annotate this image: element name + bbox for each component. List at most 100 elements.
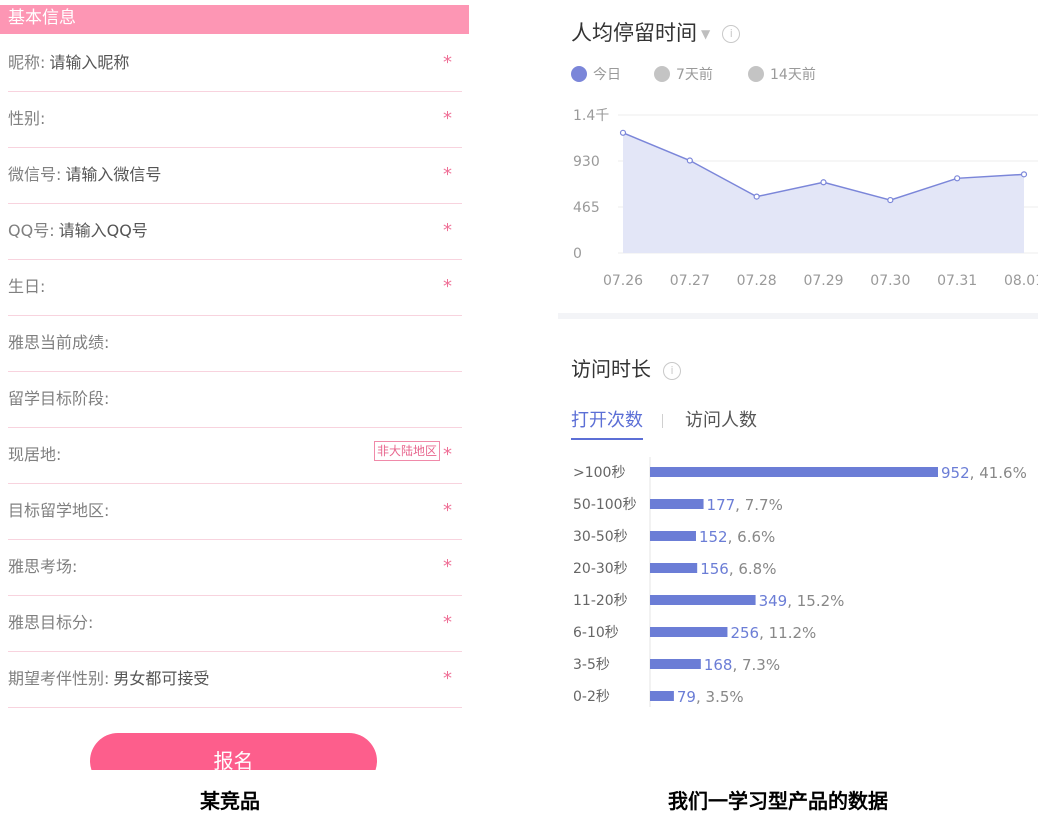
data-point	[887, 196, 894, 204]
bar	[650, 467, 938, 477]
x-tick-label: 07.27	[670, 273, 710, 289]
category-label: 30-50秒	[573, 529, 628, 545]
y-tick-label: 1.4千	[573, 108, 609, 124]
field-label: 留学目标阶段:	[8, 389, 110, 408]
required-asterisk: *	[443, 276, 452, 297]
required-asterisk: *	[443, 556, 452, 577]
bar-percent: 11.2%	[769, 624, 817, 642]
field-label: 生日:	[8, 277, 46, 296]
analytics-panel: 人均停留时间 ▼ i 今日 7天前 14天前 1.4千 930 465 0 07.26 07.…	[558, 0, 1038, 770]
required-asterisk: *	[443, 52, 452, 73]
field-placeholder: 请输入微信号	[65, 165, 162, 184]
tab-open-count[interactable]: 打开次数	[571, 406, 643, 440]
signup-button[interactable]: 报名	[90, 733, 377, 770]
bar	[650, 499, 704, 509]
bar-value-label: 177, 7.7%	[707, 496, 783, 514]
section-divider	[558, 313, 1038, 319]
right-caption: 我们一学习型产品的数据	[668, 789, 888, 813]
tab-visitor-count[interactable]: 访问人数	[685, 406, 757, 432]
visit-duration-title: 访问时长	[571, 357, 651, 381]
category-label: 0-2秒	[573, 689, 610, 705]
category-label: >100秒	[573, 465, 625, 481]
info-icon[interactable]: i	[722, 25, 741, 43]
x-tick-label: 07.29	[803, 273, 843, 289]
bar	[650, 531, 696, 541]
category-label: 50-100秒	[573, 497, 637, 513]
category-label: 11-20秒	[573, 593, 628, 609]
data-point	[619, 129, 627, 136]
bar-separator: ,	[728, 528, 738, 546]
bar-percent: 6.6%	[737, 528, 775, 546]
signup-button-label: 报名	[213, 749, 254, 770]
required-asterisk: *	[443, 668, 452, 689]
bar-value: 156	[700, 560, 729, 578]
bar-value: 256	[730, 624, 759, 642]
field-label: 微信号:	[8, 165, 62, 184]
bar	[650, 563, 698, 573]
category-label: 20-30秒	[573, 561, 628, 577]
wechat-field[interactable]: 微信号: 请输入微信号 *	[8, 147, 462, 204]
birthday-field[interactable]: 生日: *	[8, 259, 462, 316]
ielts-current-score-field[interactable]: 雅思当前成绩:	[8, 315, 462, 372]
bar-value-label: 256, 11.2%	[730, 624, 816, 642]
x-tick-label: 07.26	[603, 273, 643, 289]
non-mainland-toggle[interactable]: 非大陆地区	[373, 441, 440, 461]
section-title: 基本信息	[8, 8, 76, 28]
bar-separator: ,	[732, 656, 742, 674]
tab-separator	[662, 414, 663, 428]
residence-field[interactable]: 现居地: 非大陆地区 *	[8, 427, 462, 484]
area-fill	[623, 132, 1024, 253]
qq-field[interactable]: QQ号: 请输入QQ号 *	[8, 203, 462, 260]
bar-value-label: 349, 15.2%	[759, 592, 845, 610]
field-placeholder: 请输入QQ号	[58, 221, 148, 240]
bar-separator: ,	[729, 560, 739, 578]
legend-today[interactable]: 今日	[571, 64, 621, 84]
legend-dot-icon	[748, 66, 764, 82]
bar-value: 152	[699, 528, 728, 546]
legend-14days[interactable]: 14天前	[748, 64, 816, 84]
required-asterisk: *	[443, 612, 452, 633]
visit-duration-header: 访问时长 i	[571, 353, 681, 382]
visit-duration-chart: >100秒 952, 41.6% 50-100秒 177, 7.7% 30-50秒 152…	[573, 457, 1027, 707]
test-center-field[interactable]: 雅思考场: *	[8, 539, 462, 596]
bar-percent: 41.6%	[979, 464, 1027, 482]
category-label: 3-5秒	[573, 657, 610, 673]
y-tick-label: 930	[573, 154, 600, 170]
bar-value-label: 156, 6.8%	[700, 560, 776, 578]
legend-dot-icon	[654, 66, 670, 82]
bar-value: 349	[759, 592, 788, 610]
partner-gender-field[interactable]: 期望考伴性别: 男女都可接受 *	[8, 651, 462, 708]
caret-down-icon[interactable]: ▼	[701, 27, 710, 41]
data-point	[954, 175, 961, 182]
field-label: 雅思目标分:	[8, 613, 94, 632]
bar-percent: 15.2%	[797, 592, 845, 610]
bar-percent: 3.5%	[706, 688, 744, 706]
legend-dot-icon	[571, 66, 587, 82]
required-asterisk: *	[443, 108, 452, 129]
study-stage-field[interactable]: 留学目标阶段:	[8, 371, 462, 428]
field-label: 性别:	[8, 109, 46, 128]
bar-separator: ,	[787, 592, 797, 610]
required-asterisk: *	[443, 500, 452, 521]
category-label: 6-10秒	[573, 625, 619, 641]
field-placeholder: 请输入昵称	[49, 53, 130, 72]
legend-7days[interactable]: 7天前	[654, 64, 713, 84]
field-label: 雅思考场:	[8, 557, 78, 576]
bar-percent: 7.7%	[745, 496, 783, 514]
bar-percent: 6.8%	[738, 560, 776, 578]
target-region-field[interactable]: 目标留学地区: *	[8, 483, 462, 540]
y-tick-label: 0	[573, 246, 582, 262]
info-icon[interactable]: i	[663, 361, 681, 380]
bar-value: 168	[704, 656, 733, 674]
field-label: 雅思当前成绩:	[8, 333, 110, 352]
nickname-field[interactable]: 昵称: 请输入昵称 *	[8, 35, 462, 92]
bar-value: 952	[941, 464, 970, 482]
field-value: 男女都可接受	[113, 669, 210, 688]
x-tick-label: 08.01	[1004, 273, 1038, 289]
gender-field[interactable]: 性别: *	[8, 91, 462, 148]
data-point	[820, 179, 827, 186]
stay-time-title: 人均停留时间	[571, 21, 697, 45]
bar-value-label: 168, 7.3%	[704, 656, 780, 674]
target-score-field[interactable]: 雅思目标分: *	[8, 595, 462, 652]
x-tick-label: 07.31	[937, 273, 977, 289]
